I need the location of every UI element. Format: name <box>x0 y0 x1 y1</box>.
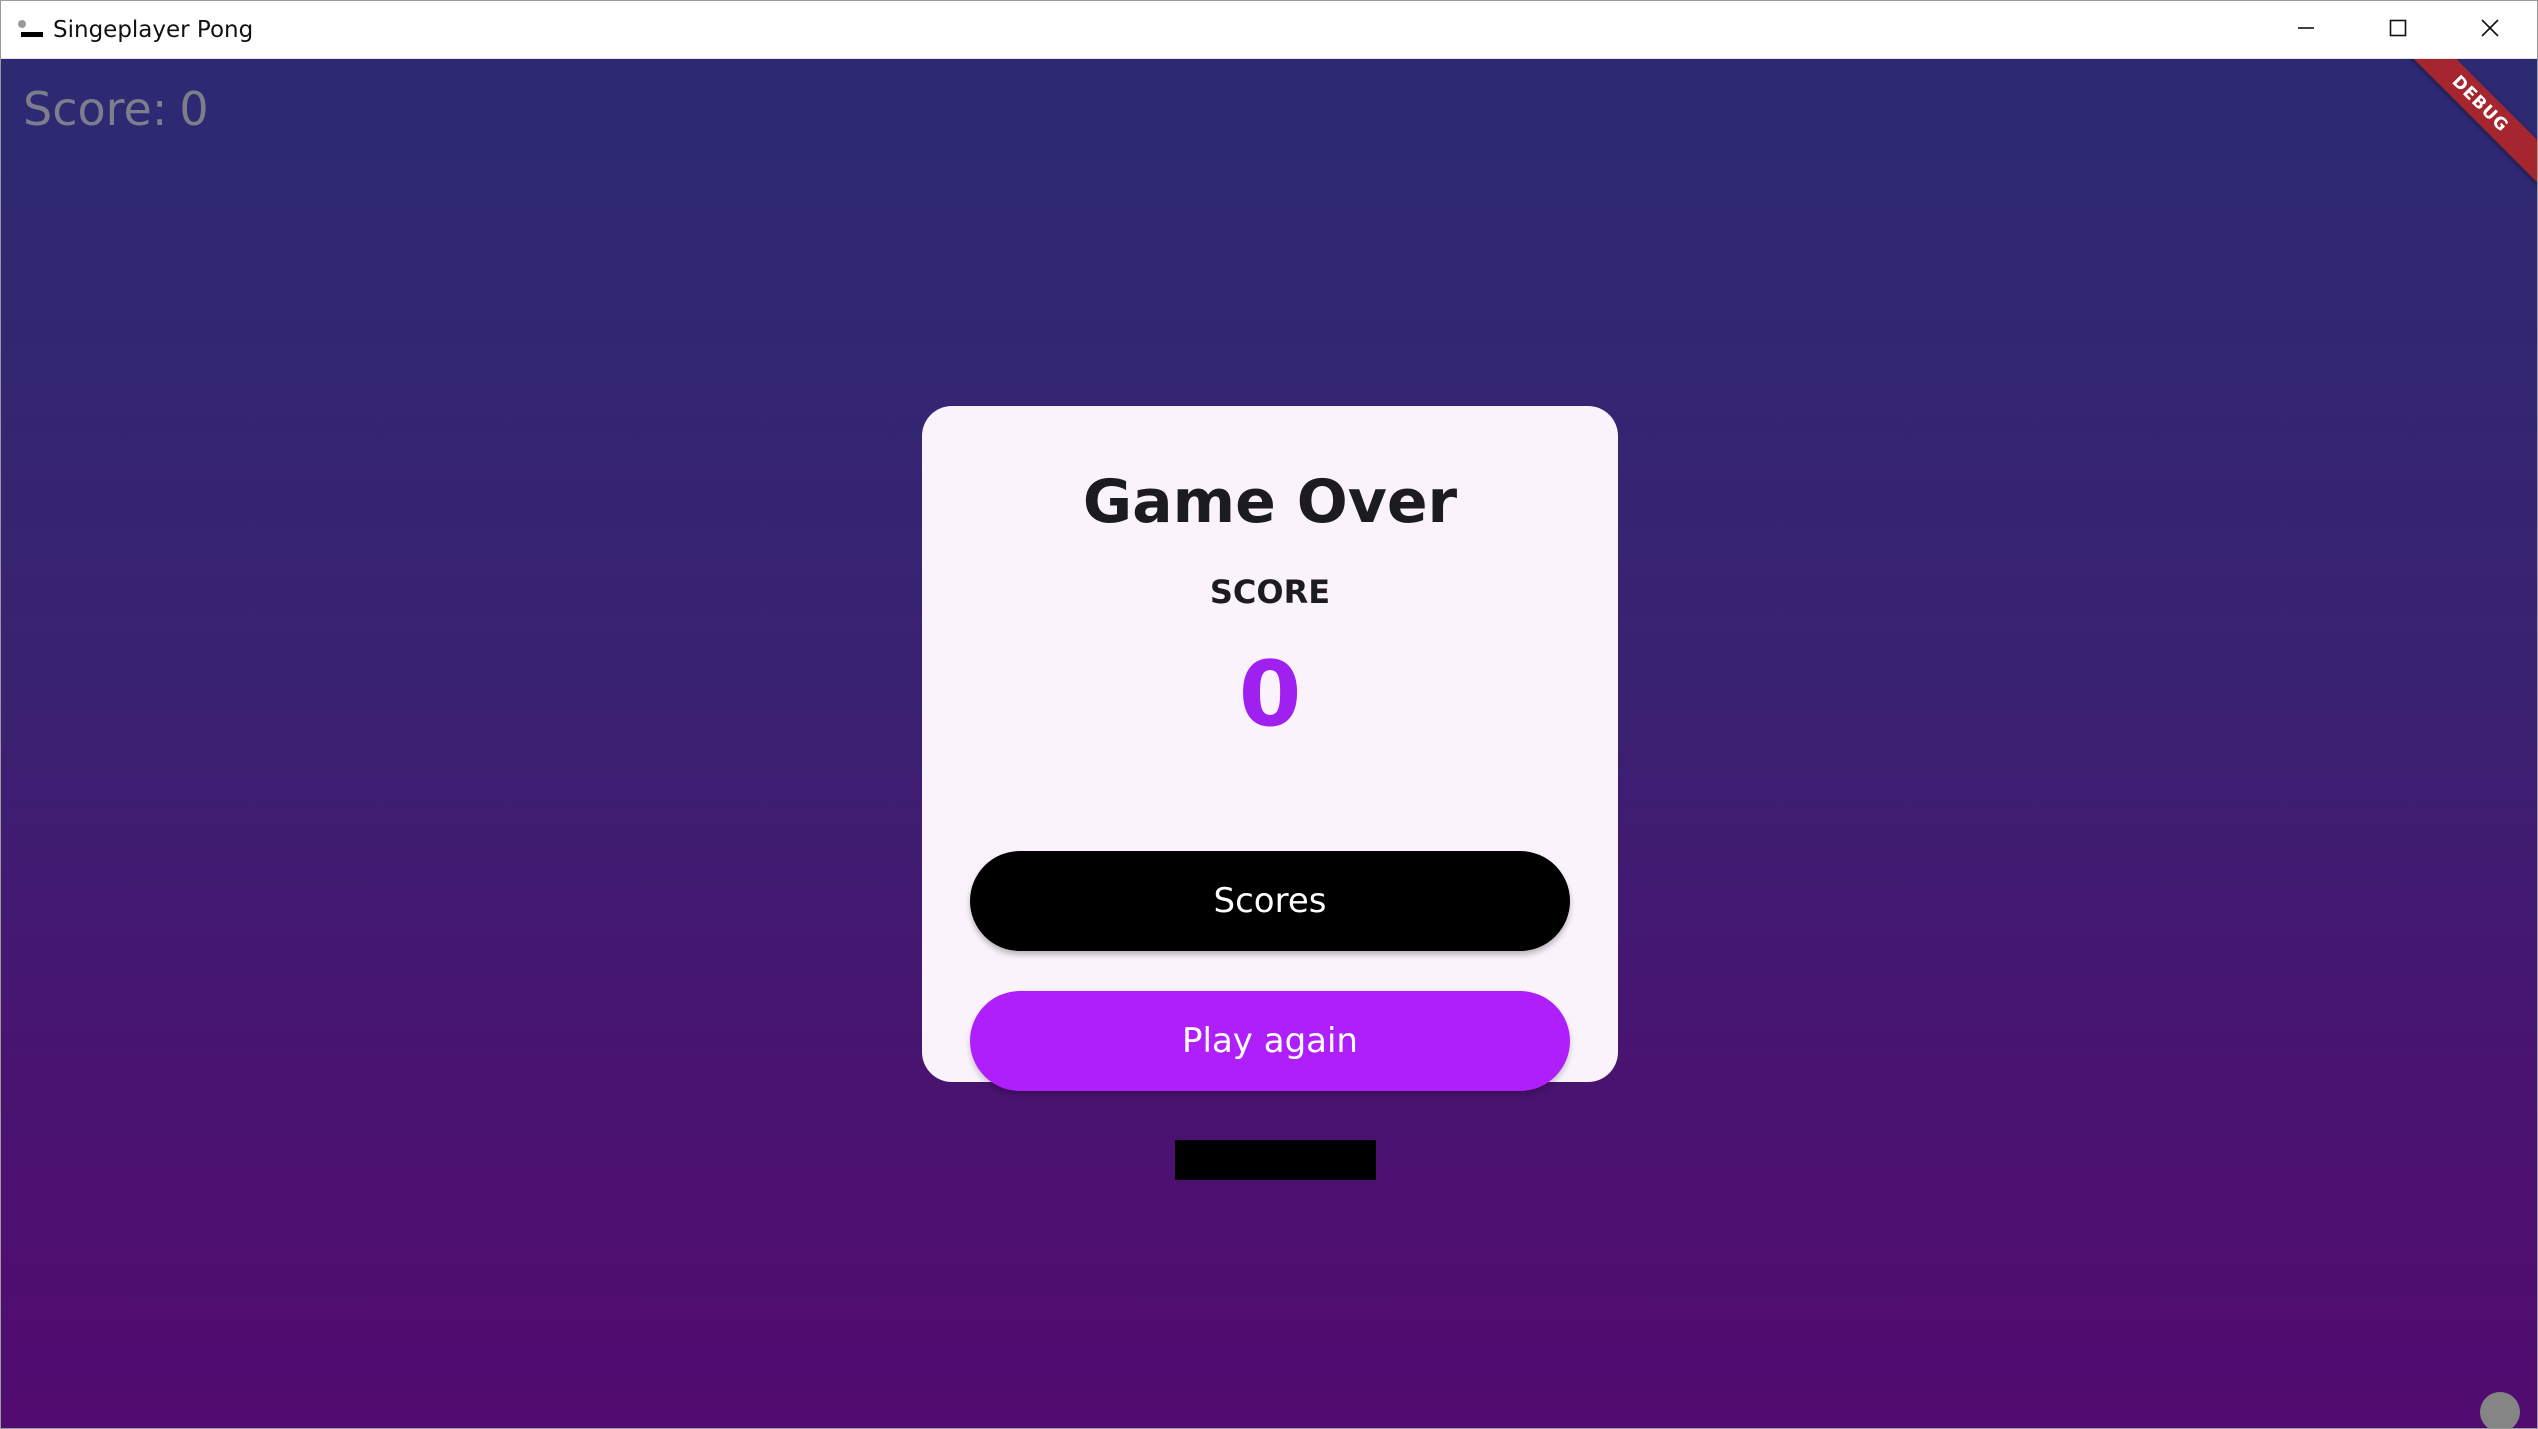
ball <box>2480 1392 2520 1428</box>
hud-score: Score: 0 <box>23 81 209 137</box>
close-button[interactable] <box>2444 1 2536 58</box>
window-title: Singeplayer Pong <box>53 17 254 43</box>
game-area[interactable]: Score: 0 DEBUG Game Over SCORE 0 Scores P… <box>1 59 2537 1428</box>
score-heading: SCORE <box>1209 573 1331 611</box>
dialog-title: Game Over <box>1082 467 1458 537</box>
scores-button[interactable]: Scores <box>970 851 1570 951</box>
close-icon <box>2480 18 2500 42</box>
paddle[interactable] <box>1175 1140 1376 1180</box>
final-score-value: 0 <box>1238 642 1302 747</box>
play-again-button[interactable]: Play again <box>970 991 1570 1091</box>
hud-score-label: Score: <box>23 82 168 136</box>
minimize-button[interactable] <box>2260 1 2352 58</box>
hud-score-value: 0 <box>179 82 209 136</box>
title-bar[interactable]: Singeplayer Pong <box>1 1 2537 59</box>
debug-banner-label: DEBUG <box>2447 71 2513 137</box>
debug-banner: DEBUG <box>2388 59 2537 196</box>
game-over-dialog: Game Over SCORE 0 Scores Play again <box>922 406 1618 1091</box>
pong-app-icon <box>17 19 45 39</box>
minimize-icon <box>2296 18 2316 42</box>
app-window: Singeplayer Pong Score: 0 DEBUG Game Ove… <box>0 0 2538 1429</box>
maximize-icon <box>2388 18 2408 42</box>
maximize-button[interactable] <box>2352 1 2444 58</box>
